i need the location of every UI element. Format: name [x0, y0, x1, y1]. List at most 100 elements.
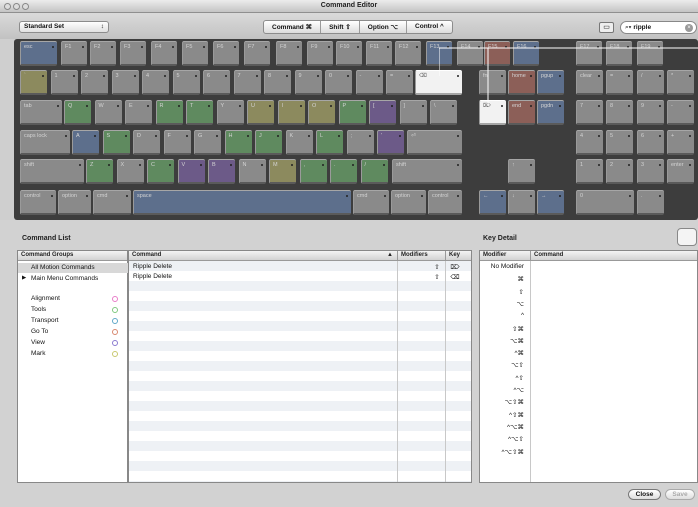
key[interactable]: U — [247, 100, 274, 125]
key[interactable]: 2 — [81, 70, 108, 95]
key[interactable]: F4 — [151, 41, 177, 66]
key[interactable]: + — [667, 130, 694, 155]
key[interactable]: Q — [64, 100, 91, 125]
key[interactable]: 4 — [142, 70, 169, 95]
category-view[interactable]: View — [18, 338, 128, 348]
key[interactable]: , — [299, 159, 327, 184]
keyboard-highlight-toggle-icon[interactable]: ▭ — [599, 22, 614, 33]
key[interactable]: B — [208, 159, 235, 184]
key[interactable]: pgup — [537, 70, 564, 95]
key[interactable]: 6 — [637, 130, 664, 155]
key[interactable]: - — [667, 100, 694, 125]
disclosure-triangle-icon[interactable]: ▶ — [22, 275, 26, 281]
key[interactable]: A — [72, 130, 99, 155]
key[interactable]: pgdn — [537, 100, 564, 125]
key[interactable]: option — [58, 190, 91, 215]
key[interactable]: C — [147, 159, 174, 184]
key[interactable]: F10 — [336, 41, 362, 66]
key[interactable]: F11 — [366, 41, 392, 66]
category-transport[interactable]: Transport — [18, 316, 128, 326]
key[interactable]: 9 — [637, 100, 664, 125]
key[interactable]: 0 — [576, 190, 634, 215]
key[interactable]: 5 — [172, 70, 200, 95]
key[interactable]: home — [508, 70, 535, 95]
key[interactable]: \ — [430, 100, 457, 125]
key[interactable]: 9 — [294, 70, 322, 95]
key[interactable]: P — [338, 100, 366, 125]
key[interactable]: Y — [216, 100, 244, 125]
key[interactable]: Z — [86, 159, 113, 184]
key[interactable]: F13 — [426, 41, 452, 66]
category-tools[interactable]: Tools — [18, 305, 128, 315]
key[interactable]: cmd — [93, 190, 131, 215]
key[interactable]: 0 — [325, 70, 352, 95]
key[interactable]: D — [133, 130, 160, 155]
key[interactable]: F8 — [276, 41, 302, 66]
key[interactable]: M — [269, 159, 296, 184]
key[interactable]: 6 — [203, 70, 230, 95]
key[interactable]: cmd — [353, 190, 389, 215]
close-button[interactable]: Close — [628, 489, 661, 500]
spacebar-key[interactable]: space — [133, 190, 351, 215]
key[interactable]: . — [330, 159, 357, 184]
key[interactable]: F16 — [513, 41, 539, 66]
key[interactable]: ↑ — [508, 159, 535, 184]
key[interactable]: ↓ — [508, 190, 535, 215]
key[interactable]: ` — [20, 70, 47, 95]
key[interactable]: shift — [392, 159, 462, 184]
key[interactable]: / — [360, 159, 388, 184]
key[interactable]: / — [637, 70, 664, 95]
key[interactable]: caps lock — [20, 130, 70, 155]
key[interactable]: F1 — [61, 41, 87, 66]
table-row[interactable]: Ripple Delete ⇧ ⌦ — [129, 262, 471, 272]
key[interactable]: L — [316, 130, 343, 155]
key[interactable]: X — [116, 159, 144, 184]
key[interactable]: 7 — [576, 100, 603, 125]
key[interactable]: control — [428, 190, 462, 215]
return-key[interactable]: ⏎ — [407, 130, 462, 155]
key[interactable]: esc — [20, 41, 57, 66]
key[interactable]: F6 — [213, 41, 239, 66]
key[interactable]: 8 — [606, 100, 633, 125]
key[interactable]: 3 — [637, 159, 664, 184]
category-alignment[interactable]: Alignment — [18, 294, 128, 304]
key[interactable]: N — [238, 159, 266, 184]
save-button[interactable]: Save — [665, 489, 695, 500]
key[interactable]: I — [277, 100, 305, 125]
key[interactable]: = — [386, 70, 413, 95]
key[interactable]: ; — [346, 130, 374, 155]
key[interactable]: . — [637, 190, 664, 215]
forward-delete-key[interactable]: ⌦ — [479, 100, 506, 125]
key[interactable]: O — [308, 100, 335, 125]
key[interactable]: F3 — [120, 41, 146, 66]
modifiers-column-header[interactable]: Modifiers — [397, 251, 445, 261]
key[interactable]: → — [537, 190, 564, 215]
key-column-header[interactable]: Key — [445, 251, 471, 261]
key[interactable]: option — [391, 190, 426, 215]
key[interactable]: F5 — [182, 41, 208, 66]
key[interactable]: 5 — [606, 130, 633, 155]
key[interactable]: F9 — [307, 41, 333, 66]
command-column-header[interactable]: Command ▲ — [129, 251, 397, 261]
key[interactable]: F15 — [484, 41, 510, 66]
key[interactable]: R — [155, 100, 183, 125]
key[interactable]: control — [20, 190, 56, 215]
key[interactable]: F19 — [637, 41, 663, 66]
key[interactable]: 1 — [50, 70, 78, 95]
key[interactable]: 8 — [264, 70, 291, 95]
key[interactable]: T — [186, 100, 213, 125]
key[interactable]: F17 — [576, 41, 602, 66]
delete-key[interactable]: ⌫ — [415, 70, 462, 95]
clear-search-icon[interactable]: × — [685, 24, 693, 32]
control-modifier-button[interactable]: Control ^ — [407, 21, 452, 33]
key[interactable]: G — [194, 130, 221, 155]
key[interactable]: = — [606, 70, 633, 95]
group-main-menu-commands[interactable]: ▶ Main Menu Commands — [18, 274, 128, 284]
key[interactable]: F12 — [395, 41, 421, 66]
key[interactable]: 3 — [111, 70, 139, 95]
category-mark[interactable]: Mark — [18, 349, 128, 359]
table-row[interactable]: Ripple Delete ⇧ ⌫ — [129, 272, 471, 282]
key[interactable]: * — [667, 70, 694, 95]
key[interactable]: H — [224, 130, 252, 155]
key[interactable]: V — [177, 159, 205, 184]
